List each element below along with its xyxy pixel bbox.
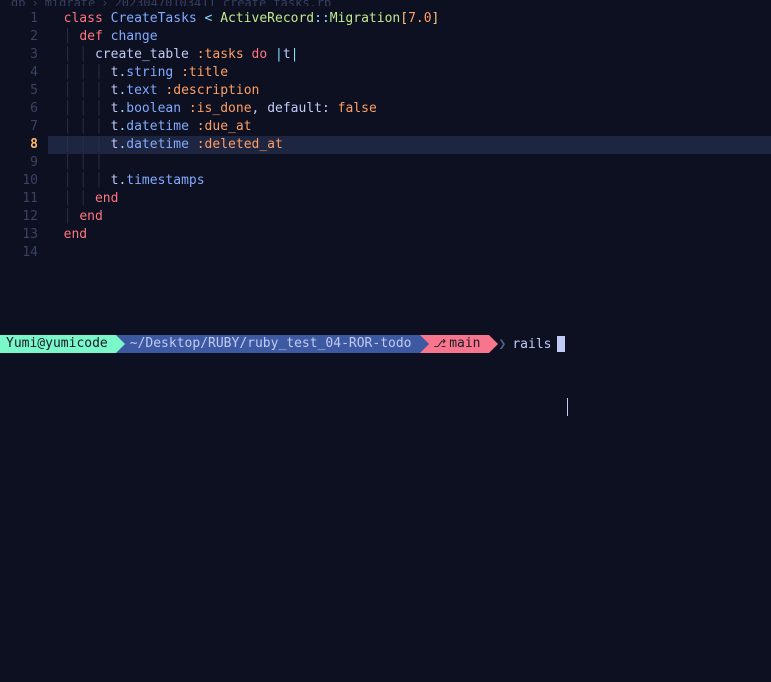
line-number: 4 (0, 64, 38, 82)
line-number: 11 (0, 190, 38, 208)
prompt-path-segment: ~/Desktop/RUBY/ruby_test_04-ROR-todo (116, 335, 420, 353)
line-number: 7 (0, 118, 38, 136)
line-number: 5 (0, 82, 38, 100)
line-number: 1 (0, 10, 38, 28)
breadcrumb-sep: › (31, 0, 38, 6)
code-line[interactable]: │ end (48, 208, 771, 226)
editor-cursor-secondary (567, 398, 568, 416)
terminal-prompt-line[interactable]: Yumi@yumicode ~/Desktop/RUBY/ruby_test_0… (0, 334, 771, 354)
git-branch-name: main (449, 336, 480, 352)
code-line[interactable]: │ │ │ t.timestamps (48, 172, 771, 190)
line-number: 2 (0, 28, 38, 46)
code-line[interactable]: │ │ │ t.boolean :is_done, default: false (48, 100, 771, 118)
code-line[interactable]: │ │ create_table :tasks do |t| (48, 46, 771, 64)
line-gutter: 1234567891011121314 (0, 6, 48, 290)
code-area[interactable]: class CreateTasks < ActiveRecord::Migrat… (48, 6, 771, 290)
code-line[interactable]: │ │ end (48, 190, 771, 208)
code-line[interactable]: │ │ │ t.string :title (48, 64, 771, 82)
code-line[interactable]: │ def change (48, 28, 771, 46)
code-editor[interactable]: 1234567891011121314 class CreateTasks < … (0, 6, 771, 290)
breadcrumb-seg[interactable]: db (11, 0, 25, 6)
prompt-arrow-icon: ❯ (499, 337, 507, 352)
code-line[interactable]: end (48, 226, 771, 244)
line-number: 10 (0, 172, 38, 190)
terminal-command[interactable]: rails (512, 337, 551, 352)
git-branch-icon: ⎇ (434, 336, 447, 352)
prompt-git-segment: ⎇ main (420, 335, 489, 353)
code-line[interactable]: class CreateTasks < ActiveRecord::Migrat… (48, 10, 771, 28)
code-line[interactable]: │ │ │ t.text :description (48, 82, 771, 100)
code-line[interactable]: │ │ │ t.datetime :due_at (48, 118, 771, 136)
line-number: 6 (0, 100, 38, 118)
line-number: 3 (0, 46, 38, 64)
line-number: 8 (0, 136, 38, 154)
code-line[interactable]: │ │ │ t.datetime :deleted_at (48, 136, 771, 154)
line-number: 14 (0, 244, 38, 262)
code-line[interactable]: │ │ │ (48, 154, 771, 172)
code-line[interactable] (48, 244, 771, 262)
terminal-cursor (557, 336, 565, 352)
line-number: 12 (0, 208, 38, 226)
terminal-panel[interactable]: Yumi@yumicode ~/Desktop/RUBY/ruby_test_0… (0, 290, 771, 354)
line-number: 13 (0, 226, 38, 244)
line-number: 9 (0, 154, 38, 172)
prompt-user-segment: Yumi@yumicode (0, 335, 116, 353)
